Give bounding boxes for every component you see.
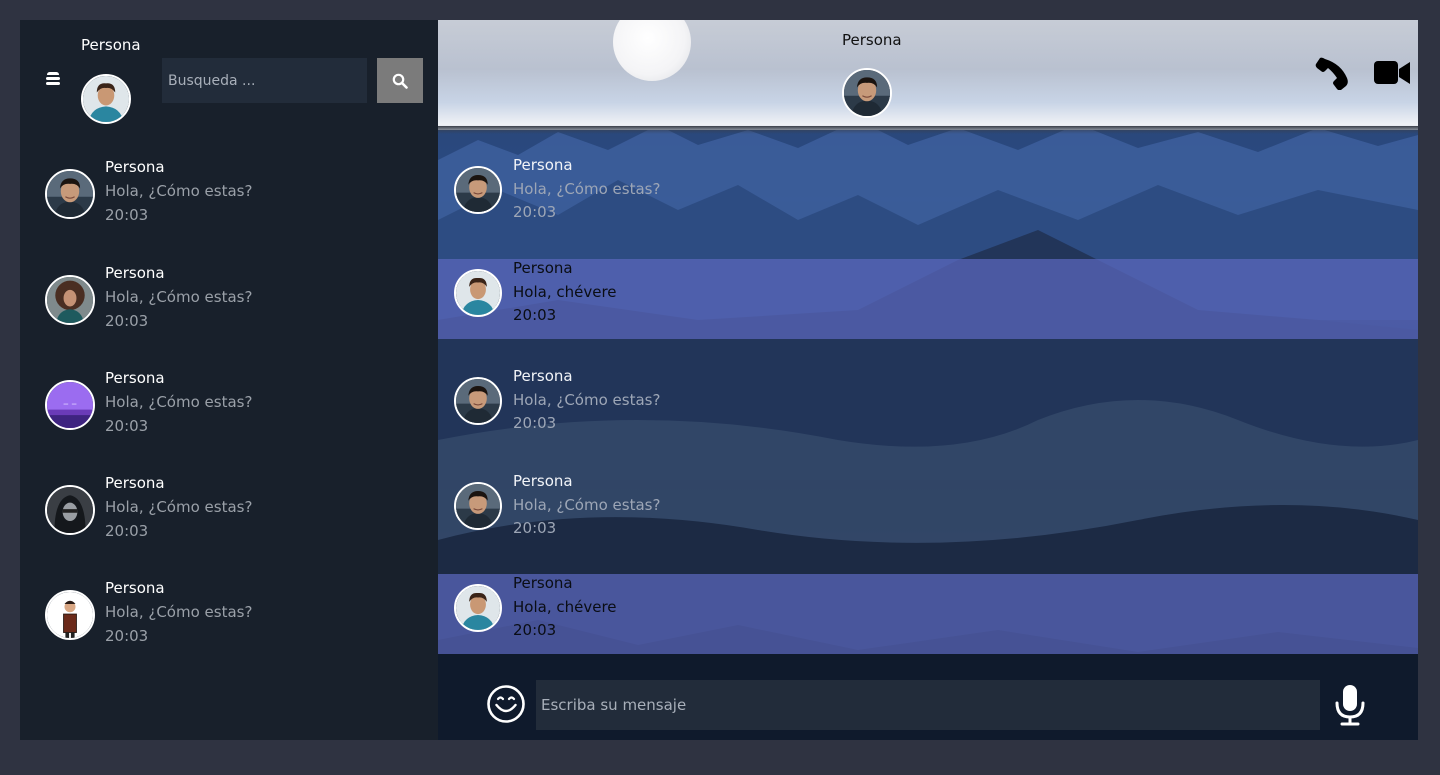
message-sender: Persona bbox=[513, 156, 573, 174]
contact-avatar bbox=[45, 169, 95, 219]
contact-time: 20:03 bbox=[105, 522, 149, 540]
sidebar: Persona Persona Hola, ¿Cómo estas? 20:03… bbox=[20, 20, 438, 740]
hamburger-menu-icon[interactable] bbox=[44, 72, 62, 88]
contact-name: Persona bbox=[105, 474, 165, 492]
contact-avatar bbox=[45, 275, 95, 325]
chat-contact-avatar[interactable] bbox=[842, 68, 892, 118]
emoji-button[interactable] bbox=[486, 684, 526, 724]
contact-last-message: Hola, ¿Cómo estas? bbox=[105, 182, 253, 200]
contact-last-message: Hola, ¿Cómo estas? bbox=[105, 498, 253, 516]
contact-name: Persona bbox=[105, 369, 165, 387]
video-call-button[interactable] bbox=[1373, 58, 1411, 88]
message-outgoing: Persona Hola, chévere 20:03 bbox=[438, 259, 1418, 339]
contact-last-message: Hola, ¿Cómo estas? bbox=[105, 603, 253, 621]
message-text: Hola, chévere bbox=[513, 598, 617, 616]
contact-last-message: Hola, ¿Cómo estas? bbox=[105, 288, 253, 306]
message-sender: Persona bbox=[513, 367, 573, 385]
microphone-icon bbox=[1335, 685, 1365, 726]
search-input[interactable] bbox=[162, 58, 367, 103]
message-text: Hola, ¿Cómo estas? bbox=[513, 180, 661, 198]
contact-name: Persona bbox=[105, 158, 165, 176]
contact-item[interactable]: Persona Hola, ¿Cómo estas? 20:03 bbox=[20, 369, 438, 459]
video-camera-icon bbox=[1374, 61, 1410, 84]
message-sender: Persona bbox=[513, 472, 573, 490]
microphone-button[interactable] bbox=[1334, 684, 1366, 726]
message-time: 20:03 bbox=[513, 414, 557, 432]
contact-item[interactable]: Persona Hola, ¿Cómo estas? 20:03 bbox=[20, 579, 438, 669]
moon-decoration bbox=[613, 20, 691, 81]
contact-avatar bbox=[45, 380, 95, 430]
chat-panel: Persona Persona Hola, ¿Cómo estas? 20:03… bbox=[438, 20, 1418, 740]
message-avatar bbox=[454, 166, 502, 214]
search-button[interactable] bbox=[377, 58, 423, 103]
chat-app: Persona Persona Hola, ¿Cómo estas? 20:03… bbox=[20, 20, 1418, 740]
message-incoming: Persona Hola, ¿Cómo estas? 20:03 bbox=[438, 156, 1418, 236]
message-text: Hola, chévere bbox=[513, 283, 617, 301]
profile-avatar[interactable] bbox=[81, 74, 131, 124]
message-incoming: Persona Hola, ¿Cómo estas? 20:03 bbox=[438, 367, 1418, 447]
contact-time: 20:03 bbox=[105, 312, 149, 330]
contact-item[interactable]: Persona Hola, ¿Cómo estas? 20:03 bbox=[20, 474, 438, 564]
message-time: 20:03 bbox=[513, 306, 557, 324]
contact-time: 20:03 bbox=[105, 206, 149, 224]
message-avatar bbox=[454, 482, 502, 530]
message-avatar bbox=[454, 377, 502, 425]
message-avatar bbox=[454, 269, 502, 317]
contact-avatar bbox=[45, 485, 95, 535]
message-outgoing: Persona Hola, chévere 20:03 bbox=[438, 574, 1418, 654]
message-time: 20:03 bbox=[513, 203, 557, 221]
message-incoming: Persona Hola, ¿Cómo estas? 20:03 bbox=[438, 472, 1418, 552]
contact-item[interactable]: Persona Hola, ¿Cómo estas? 20:03 bbox=[20, 158, 438, 248]
message-time: 20:03 bbox=[513, 621, 557, 639]
message-composer bbox=[438, 654, 1418, 740]
chat-contact-name: Persona bbox=[842, 31, 902, 49]
profile-name: Persona bbox=[81, 36, 141, 54]
phone-icon bbox=[1315, 57, 1348, 91]
contact-name: Persona bbox=[105, 579, 165, 597]
smiley-icon bbox=[487, 685, 525, 723]
contact-avatar bbox=[45, 590, 95, 640]
message-avatar bbox=[454, 584, 502, 632]
message-sender: Persona bbox=[513, 574, 573, 592]
header-divider bbox=[438, 126, 1418, 134]
chat-header: Persona bbox=[438, 20, 1418, 130]
call-button[interactable] bbox=[1314, 56, 1350, 91]
contact-item[interactable]: Persona Hola, ¿Cómo estas? 20:03 bbox=[20, 264, 438, 354]
contact-time: 20:03 bbox=[105, 417, 149, 435]
message-sender: Persona bbox=[513, 259, 573, 277]
contact-last-message: Hola, ¿Cómo estas? bbox=[105, 393, 253, 411]
message-input[interactable] bbox=[536, 680, 1320, 730]
search-icon bbox=[392, 73, 408, 89]
contact-name: Persona bbox=[105, 264, 165, 282]
message-text: Hola, ¿Cómo estas? bbox=[513, 391, 661, 409]
message-text: Hola, ¿Cómo estas? bbox=[513, 496, 661, 514]
contact-time: 20:03 bbox=[105, 627, 149, 645]
message-time: 20:03 bbox=[513, 519, 557, 537]
